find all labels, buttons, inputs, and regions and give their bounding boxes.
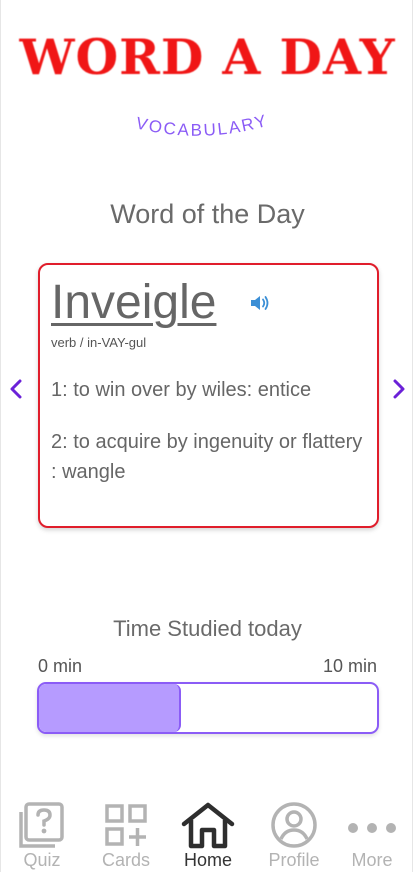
- time-min-label: 0 min: [38, 656, 83, 676]
- tab-more[interactable]: More: [331, 796, 413, 872]
- chevron-right-icon: [393, 379, 405, 399]
- tab-home[interactable]: Home: [167, 796, 249, 872]
- cards-icon: [105, 804, 147, 846]
- word-of-day-heading: Word of the Day: [110, 199, 305, 229]
- tab-profile-label: Profile: [268, 850, 320, 870]
- definition-1: 1: to win over by wiles: entice: [51, 379, 312, 401]
- app-logo: WORD A DAY: [19, 28, 396, 86]
- tab-home-label: Home: [183, 850, 232, 870]
- app-subtitle-wrap: VOCABULARY: [1, 108, 413, 148]
- next-word-button[interactable]: [390, 377, 408, 401]
- time-progress-fill: [39, 684, 181, 732]
- app-screen: WORD A DAY VOCABULARY Word of the Day In…: [0, 0, 413, 872]
- app-subtitle: VOCABULARY: [134, 111, 268, 140]
- tab-profile[interactable]: Profile: [253, 796, 335, 872]
- tab-more-label: More: [351, 850, 393, 870]
- word-pronunciation: verb / in-VAY-gul: [51, 335, 147, 350]
- time-studied-heading: Time Studied today: [113, 616, 302, 641]
- home-icon: [181, 802, 235, 849]
- tab-cards[interactable]: Cards: [85, 796, 167, 872]
- definition-2: 2: to acquire by ingenuity or flattery :…: [51, 431, 363, 483]
- time-progress-bar: [37, 682, 379, 734]
- quiz-icon: [19, 802, 64, 848]
- tab-quiz[interactable]: Quiz: [1, 796, 83, 872]
- previous-word-button[interactable]: [7, 377, 25, 401]
- speaker-icon: [251, 296, 269, 310]
- tab-quiz-label: Quiz: [23, 850, 61, 870]
- time-max-label: 10 min: [322, 656, 377, 676]
- bottom-tab-bar: Quiz Cards Home Profile More: [1, 796, 413, 872]
- tab-cards-label: Cards: [101, 850, 150, 870]
- chevron-left-icon: [10, 379, 22, 399]
- word-title: Inveigle: [51, 276, 217, 329]
- profile-icon: [271, 802, 317, 848]
- svg-text:VOCABULARY: VOCABULARY: [134, 111, 270, 140]
- app-subtitle-graphic: VOCABULARY: [134, 111, 270, 140]
- pronounce-button[interactable]: [249, 293, 271, 313]
- word-card: Inveigle verb / in-VAY-gul 1: to win ove…: [38, 263, 379, 528]
- more-icon: [348, 823, 396, 833]
